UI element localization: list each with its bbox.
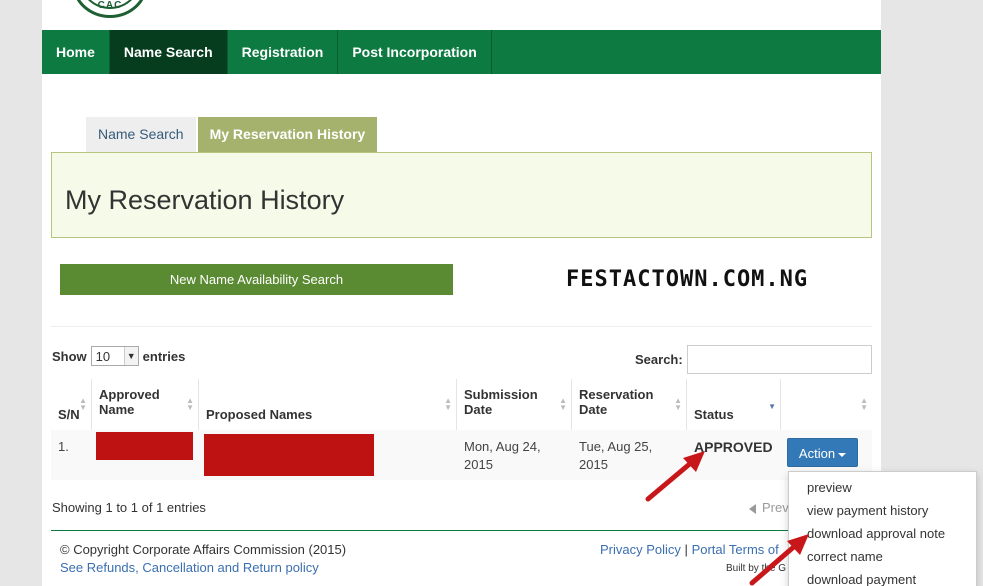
caret-down-icon: [838, 452, 847, 457]
table-search-input[interactable]: [687, 345, 872, 374]
column-header-label: Approved Name: [99, 387, 160, 417]
menu-item-download-approval-note[interactable]: download approval note: [789, 522, 976, 545]
sort-icon: ▲ ▼: [79, 396, 87, 412]
cell-reservation-date: Tue, Aug 25, 2015: [579, 439, 653, 472]
tab-bar: Name Search My Reservation History: [86, 117, 379, 160]
column-header-label: Status: [694, 407, 734, 422]
prev-label: Prev: [762, 500, 789, 515]
tab-name-search[interactable]: Name Search: [86, 117, 196, 152]
action-dropdown-menu: preview view payment history download ap…: [788, 471, 977, 586]
table-row: 1. Mon, Aug 24, 2015 Tue, Aug 25, 2015 A…: [51, 430, 872, 480]
refund-policy-link[interactable]: See Refunds, Cancellation and Return pol…: [60, 560, 319, 575]
status-badge: APPROVED: [694, 439, 773, 455]
menu-item-correct-name[interactable]: correct name: [789, 545, 976, 568]
page-header-panel: My Reservation History: [51, 152, 872, 238]
entries-length-control: Show 10 ▼ entries: [52, 346, 185, 366]
table-header: S/N ▲ ▼ Approved Name ▲ ▼ Proposed Names ▲…: [51, 379, 872, 430]
page-container: CAC Home Name Search Registration Post I…: [42, 0, 977, 586]
sort-icon: ▲ ▼: [444, 396, 452, 412]
sort-desc-icon: ▼: [768, 402, 776, 411]
privacy-policy-link[interactable]: Privacy Policy: [600, 542, 681, 557]
sort-icon: ▲ ▼: [674, 396, 682, 412]
tab-my-reservation-history[interactable]: My Reservation History: [197, 117, 378, 160]
logo-text: CAC: [97, 0, 123, 11]
entries-select-value: 10: [95, 348, 111, 364]
sort-icon: ▲ ▼: [186, 396, 194, 412]
cell-sn: 1.: [58, 439, 69, 454]
column-header-label: S/N: [58, 407, 80, 422]
column-header-reservation-date[interactable]: Reservation Date ▲ ▼: [572, 379, 687, 430]
main-nav: Home Name Search Registration Post Incor…: [42, 30, 881, 74]
watermark-text: FESTACTOWN.COM.NG: [566, 267, 809, 292]
redacted-approved-name: [96, 432, 193, 460]
arrow-left-icon: [749, 503, 756, 514]
new-name-search-button[interactable]: New Name Availability Search: [60, 264, 453, 295]
entries-label: entries: [142, 348, 186, 364]
nav-registration[interactable]: Registration: [228, 30, 339, 74]
cac-logo[interactable]: CAC: [72, 0, 148, 18]
column-header-submission-date[interactable]: Submission Date ▲ ▼: [457, 379, 572, 430]
sort-icon: ▲ ▼: [860, 396, 868, 412]
column-header-sn[interactable]: S/N ▲ ▼: [51, 379, 92, 430]
column-header-label: Submission Date: [464, 387, 538, 417]
nav-name-search[interactable]: Name Search: [109, 30, 228, 74]
show-label: Show: [52, 348, 87, 364]
redacted-proposed-names: [204, 434, 374, 476]
divider: [51, 326, 872, 327]
sort-icon: ▲ ▼: [559, 396, 567, 412]
action-dropdown-button[interactable]: Action: [787, 438, 858, 467]
footer-divider: [51, 530, 872, 531]
table-info: Showing 1 to 1 of 1 entries: [52, 500, 206, 515]
footer-links: Privacy Policy | Portal Terms of: [600, 542, 779, 557]
menu-item-view-payment-history[interactable]: view payment history: [789, 499, 976, 522]
column-header-label: Proposed Names: [206, 407, 313, 422]
column-header-label: Reservation Date: [579, 387, 654, 417]
column-header-approved-name[interactable]: Approved Name ▲ ▼: [92, 379, 199, 430]
action-button-label: Action: [798, 446, 836, 461]
portal-terms-link[interactable]: Portal Terms of: [692, 542, 779, 557]
menu-item-preview[interactable]: preview: [789, 476, 976, 499]
cell-submission-date: Mon, Aug 24, 2015: [464, 439, 541, 472]
nav-post-incorporation[interactable]: Post Incorporation: [338, 30, 492, 74]
column-header-status[interactable]: Status ▼: [687, 379, 781, 430]
page-title: My Reservation History: [65, 185, 345, 215]
pagination-prev[interactable]: Prev: [749, 500, 789, 515]
footer-copyright: © Copyright Corporate Affairs Commission…: [60, 542, 347, 557]
menu-item-download-payment-receipt[interactable]: download payment receipt: [789, 568, 976, 586]
chevron-down-icon: ▼: [123, 347, 138, 365]
footer-separator: |: [684, 542, 688, 557]
column-header-action[interactable]: ▲ ▼: [781, 379, 872, 430]
built-by-text: Built by the G: [726, 563, 787, 574]
search-label: Search:: [635, 352, 683, 367]
entries-select[interactable]: 10 ▼: [90, 346, 139, 366]
nav-home[interactable]: Home: [42, 30, 110, 74]
column-header-proposed-names[interactable]: Proposed Names ▲ ▼: [199, 379, 457, 430]
